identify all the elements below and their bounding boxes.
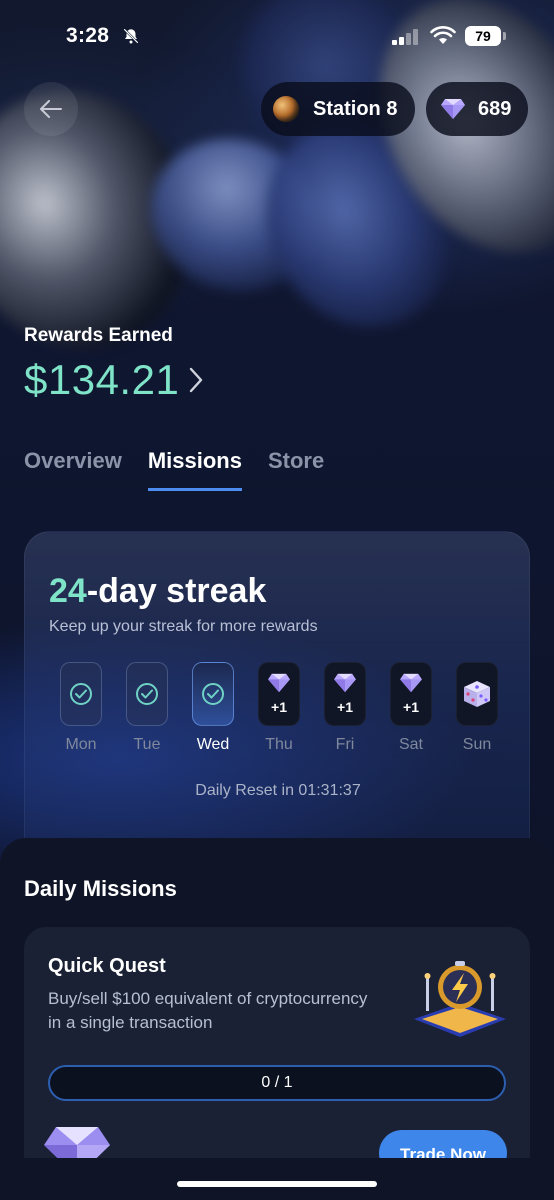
day-box: [456, 662, 498, 726]
lightning-coin-icon: [414, 961, 506, 1037]
mission-card[interactable]: Quick Quest Buy/sell $100 equivalent of …: [24, 927, 530, 1177]
mission-progress-bar: 0 / 1: [48, 1065, 506, 1101]
streak-title: 24-day streak: [49, 572, 266, 611]
day-reward: +1: [403, 699, 419, 715]
check-icon: [70, 683, 92, 705]
day-label: Thu: [265, 736, 293, 753]
signal-icon: [392, 29, 418, 45]
diamond-icon: [268, 673, 290, 693]
streak-day: +1 Sat: [389, 662, 433, 754]
battery-indicator: 79: [465, 26, 501, 46]
dice-icon: [464, 681, 490, 707]
battery-cap: [503, 32, 506, 40]
daily-missions-title: Daily Missions: [24, 876, 177, 901]
streak-day: Sun: [455, 662, 499, 754]
status-bar: 3:28 79: [0, 0, 554, 74]
daily-missions-sheet: Daily Missions Quick Quest Buy/sell $100…: [0, 838, 554, 1200]
day-box: [60, 662, 102, 726]
diamond-icon: [334, 673, 356, 693]
planet-icon: [273, 96, 299, 122]
tab-missions[interactable]: Missions: [147, 448, 242, 491]
tab-overview[interactable]: Overview: [24, 448, 122, 491]
streak-day: Wed: [191, 662, 235, 754]
diamond-icon: [441, 99, 465, 119]
tab-bar: Overview Missions Store: [24, 448, 350, 491]
home-indicator[interactable]: [177, 1181, 377, 1187]
streak-card: 24-day streak Keep up your streak for mo…: [24, 531, 530, 871]
tab-store[interactable]: Store: [268, 448, 324, 491]
back-button[interactable]: [24, 82, 78, 136]
status-time: 3:28: [66, 24, 110, 47]
gem-count: 689: [478, 97, 512, 120]
missions-screen: 3:28 79 Station 8 689 Rewards Earned $13…: [0, 0, 554, 1200]
rewards-amount[interactable]: $134.21: [24, 356, 179, 404]
day-box: [192, 662, 234, 726]
bottom-fade: [0, 1158, 554, 1200]
diamond-icon: [400, 673, 422, 693]
day-label: Wed: [196, 736, 230, 753]
mission-title: Quick Quest: [48, 955, 166, 977]
streak-title-suffix: -day streak: [86, 572, 267, 610]
arrow-left-icon: [40, 100, 62, 118]
gem-balance-pill[interactable]: 689: [426, 82, 528, 136]
day-box: +1: [258, 662, 300, 726]
streak-subtitle: Keep up your streak for more rewards: [49, 618, 318, 635]
station-label: Station 8: [313, 97, 398, 120]
day-reward: +1: [271, 699, 287, 715]
day-box: [126, 662, 168, 726]
mission-progress-text: 0 / 1: [261, 1074, 293, 1091]
day-box: +1: [390, 662, 432, 726]
day-reward: +1: [337, 699, 353, 715]
wifi-icon: [430, 26, 456, 44]
streak-day: +1 Thu: [257, 662, 301, 754]
streak-day: Tue: [125, 662, 169, 754]
streak-day: +1 Fri: [323, 662, 367, 754]
streak-count: 24: [49, 572, 87, 610]
station-pill[interactable]: Station 8: [261, 82, 415, 136]
check-icon: [202, 683, 224, 705]
mission-description: Buy/sell $100 equivalent of cryptocurren…: [48, 989, 368, 1032]
streak-day: Mon: [59, 662, 103, 754]
day-box: +1: [324, 662, 366, 726]
check-icon: [136, 683, 158, 705]
chevron-right-icon[interactable]: [188, 366, 204, 394]
day-label: Sat: [398, 736, 423, 753]
day-label: Mon: [65, 736, 97, 753]
rewards-label: Rewards Earned: [24, 325, 173, 346]
day-label: Tue: [133, 736, 161, 753]
bell-off-icon: [123, 28, 139, 44]
streak-days: Mon Tue Wed +1 Thu +1 Fri +1 Sat Sun: [59, 662, 499, 754]
day-label: Fri: [335, 736, 355, 753]
day-label: Sun: [462, 736, 492, 753]
daily-reset-timer: Daily Reset in 01:31:37: [195, 782, 361, 799]
